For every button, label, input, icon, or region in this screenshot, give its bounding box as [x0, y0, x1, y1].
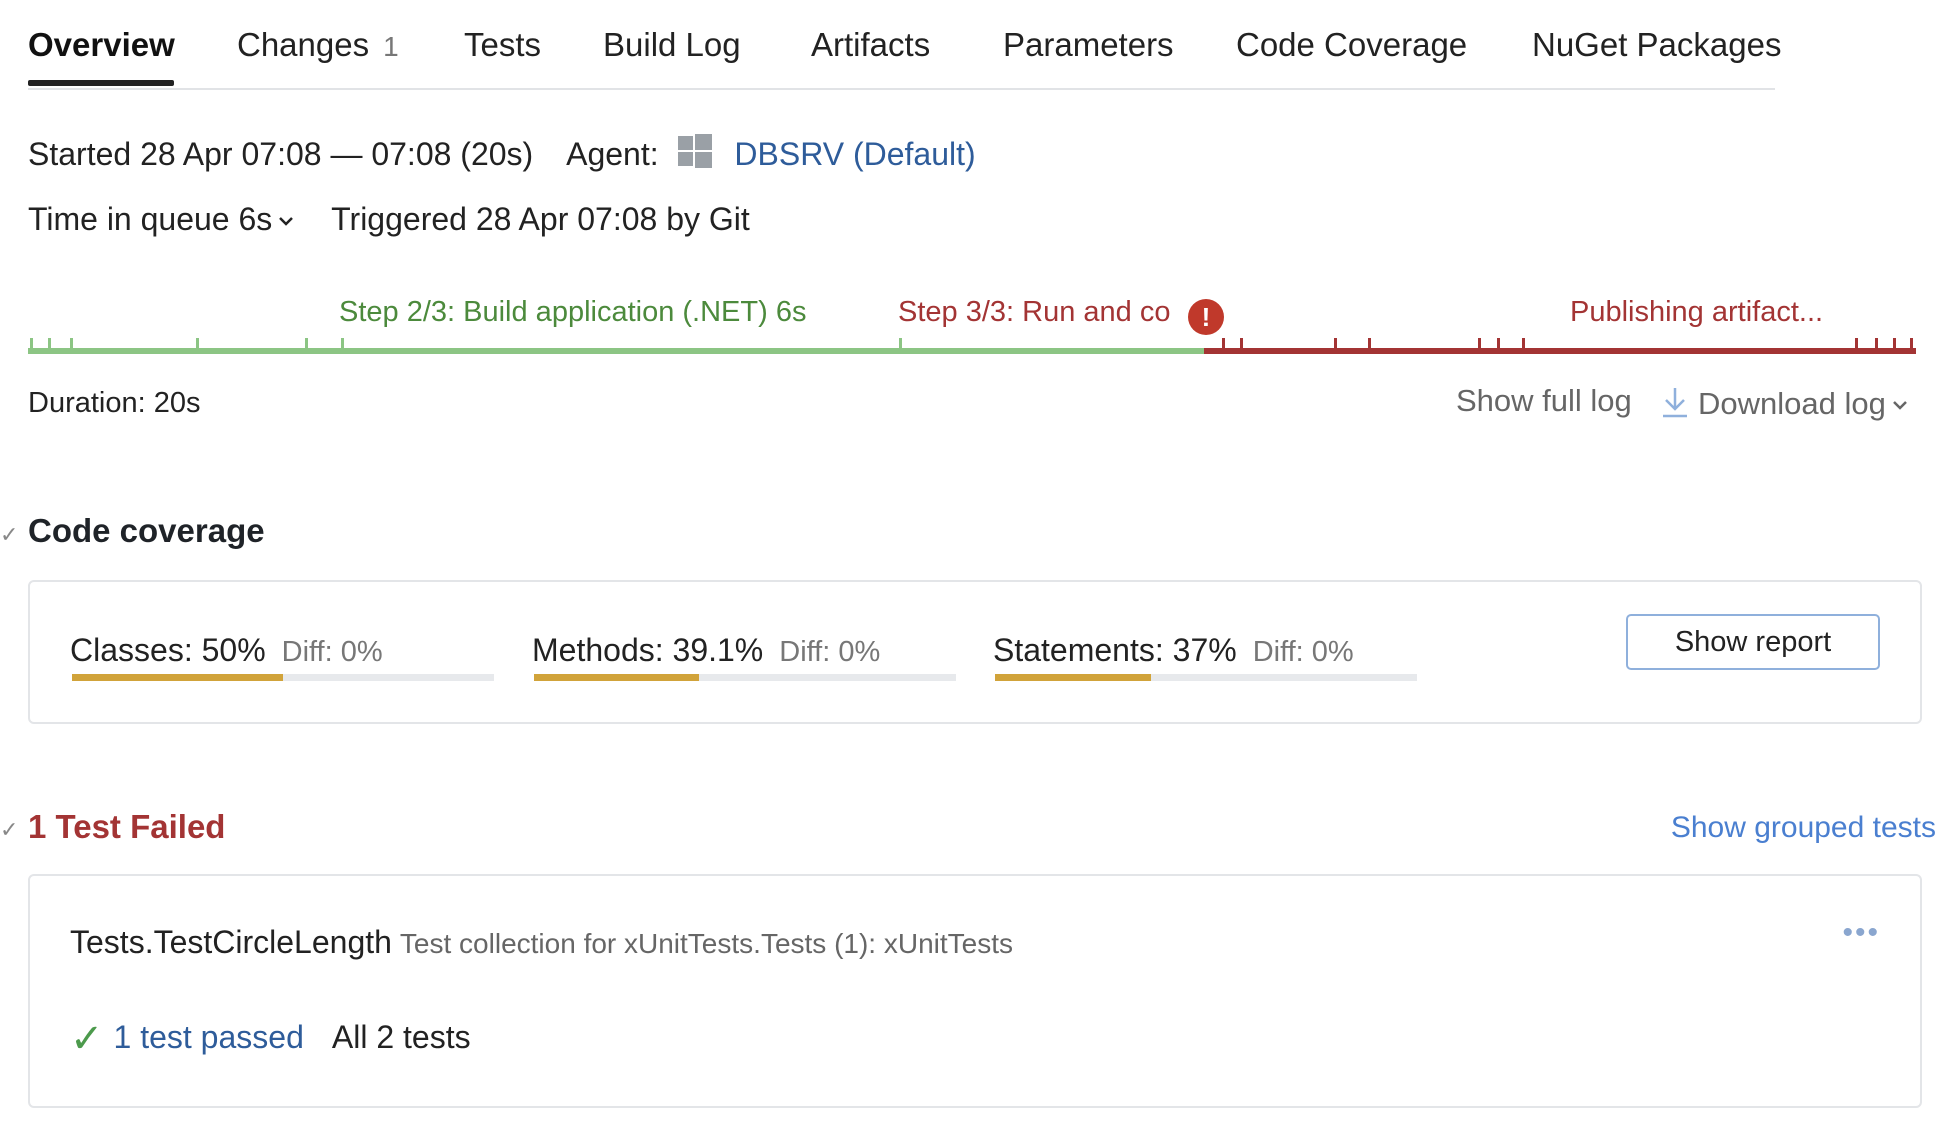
duration-text: Duration: 20s [28, 387, 201, 419]
timeline-step-3-label[interactable]: Step 3/3: Run and co [898, 296, 1170, 329]
collapse-coverage-icon[interactable]: ✓ [0, 522, 18, 548]
timeline-success-segment [28, 348, 1204, 354]
tab-changes[interactable]: Changes 1 [237, 26, 399, 64]
windows-icon [677, 134, 712, 176]
coverage-classes: Classes: 50% Diff: 0% [70, 632, 383, 669]
queue-info-line: Time in queue 6s Triggered 28 Apr 07:08 … [28, 198, 750, 238]
coverage-methods: Methods: 39.1% Diff: 0% [532, 632, 880, 669]
tab-tests[interactable]: Tests [464, 26, 541, 64]
time-in-queue-toggle[interactable]: Time in queue 6s [28, 201, 294, 237]
tests-failed-title: 1 Test Failed [28, 808, 226, 845]
agent-pool-link[interactable]: (Default) [853, 136, 976, 172]
download-icon [1660, 386, 1698, 421]
download-log-label: Download log [1698, 386, 1886, 421]
coverage-statements-diff: Diff: 0% [1252, 636, 1354, 668]
coverage-methods-diff: Diff: 0% [779, 636, 881, 668]
tests-passed-link[interactable]: 1 test passed [114, 1019, 304, 1055]
coverage-methods-label: Methods: 39.1% [532, 632, 764, 668]
tab-nuget-packages[interactable]: NuGet Packages [1532, 26, 1781, 64]
check-icon: ✓ [70, 1017, 104, 1061]
build-info-line: Started 28 Apr 07:08 — 07:08 (20s) Agent… [28, 134, 976, 176]
coverage-statements: Statements: 37% Diff: 0% [993, 632, 1354, 669]
test-name[interactable]: Tests.TestCircleLength [70, 924, 392, 960]
code-coverage-title: Code coverage [28, 512, 265, 549]
coverage-statements-bar-fill [995, 674, 1152, 681]
time-in-queue-text: Time in queue 6s [28, 201, 273, 237]
timeline-publishing-label[interactable]: Publishing artifact... [1570, 296, 1823, 329]
tab-build-log[interactable]: Build Log [603, 26, 741, 64]
coverage-statements-bar [995, 674, 1417, 681]
tab-code-coverage[interactable]: Code Coverage [1236, 26, 1467, 64]
coverage-methods-bar-fill [534, 674, 699, 681]
coverage-classes-bar [72, 674, 494, 681]
agent-name-link[interactable]: DBSRV [734, 136, 844, 172]
download-log-button[interactable]: Download log [1660, 383, 1908, 422]
chevron-down-icon [1892, 383, 1908, 419]
failed-tests-panel: Tests.TestCircleLength Test collection fo… [28, 874, 1922, 1108]
tab-changes-label: Changes [237, 26, 370, 63]
timeline-step-2-label[interactable]: Step 2/3: Build application (.NET) 6s [339, 296, 806, 329]
show-full-log-link[interactable]: Show full log [1456, 383, 1632, 419]
show-report-button[interactable]: Show report [1626, 614, 1880, 670]
coverage-classes-bar-fill [72, 674, 283, 681]
code-coverage-panel: Classes: 50% Diff: 0% Methods: 39.1% Diff:… [28, 580, 1922, 724]
collapse-tests-icon[interactable]: ✓ [0, 817, 18, 843]
test-collection: Test collection for xUnitTests.Tests (1)… [399, 928, 1013, 959]
build-timeline[interactable] [0, 330, 1941, 360]
more-options-icon[interactable]: ••• [1842, 916, 1880, 950]
triggered-text: Triggered 28 Apr 07:08 by Git [331, 201, 750, 237]
coverage-statements-label: Statements: 37% [993, 632, 1237, 668]
show-grouped-tests-link[interactable]: Show grouped tests [1671, 811, 1936, 845]
test-summary-row: ✓ 1 test passed All 2 tests [70, 1016, 471, 1062]
active-tab-indicator [28, 80, 174, 86]
tab-parameters[interactable]: Parameters [1003, 26, 1174, 64]
agent-label: Agent: [566, 136, 659, 172]
chevron-down-icon [278, 198, 294, 235]
started-text: Started 28 Apr 07:08 — 07:08 (20s) [28, 136, 534, 172]
coverage-classes-diff: Diff: 0% [281, 636, 383, 668]
coverage-classes-label: Classes: 50% [70, 632, 266, 668]
coverage-methods-bar [534, 674, 956, 681]
all-tests-text: All 2 tests [331, 1019, 471, 1055]
timeline-failure-segment [1204, 348, 1916, 354]
tab-overview[interactable]: Overview [28, 26, 175, 64]
changes-count-badge: 1 [383, 31, 399, 62]
tab-artifacts[interactable]: Artifacts [811, 26, 930, 64]
test-row[interactable]: Tests.TestCircleLength Test collection fo… [70, 924, 1013, 961]
